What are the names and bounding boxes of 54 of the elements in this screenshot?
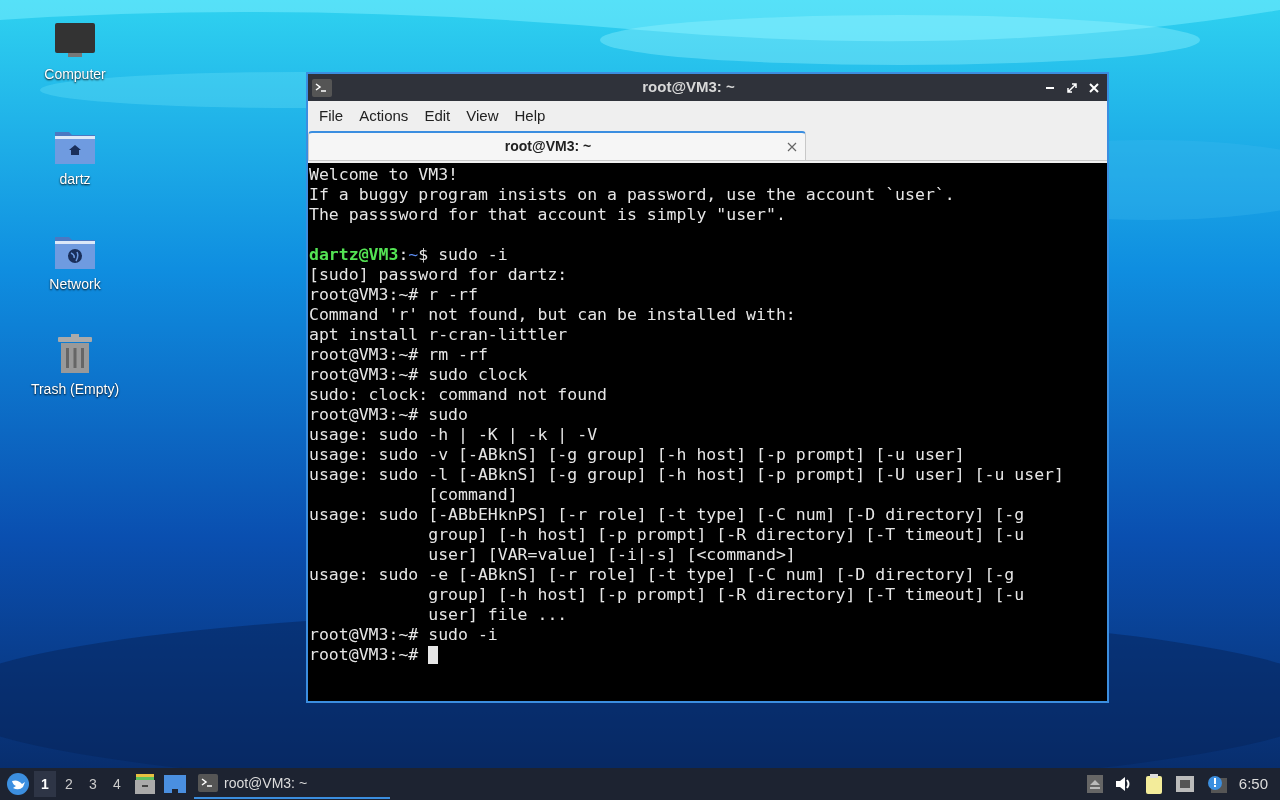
menu-item[interactable]: Help: [506, 104, 554, 128]
clock[interactable]: 6:50: [1238, 772, 1268, 796]
terminal-line: usage: sudo -v [-ABknS] [-g group] [-h host] [-p prompt] [-u user]: [309, 445, 965, 465]
menu-item[interactable]: File: [311, 104, 352, 128]
desktop-icon[interactable]: [164, 775, 186, 793]
network-icon[interactable]: [1174, 775, 1195, 793]
monitor-icon: [54, 22, 96, 60]
workspace-button[interactable]: 1: [34, 771, 56, 797]
terminal-line: The passsword for that account is simply "user".: [309, 205, 786, 225]
terminal-line: group] [-h host] [-p prompt] [-R directory] [-T timeout] [-u: [428, 525, 1025, 545]
terminal-line: If a buggy program insists on a password, use the account `user`.: [309, 185, 955, 205]
eject-icon[interactable]: [1086, 775, 1103, 793]
desktop-icon-label[interactable]: Network: [49, 274, 101, 295]
menu-item[interactable]: Actions: [351, 104, 417, 128]
terminal-line: usage: sudo [-ABbEHknPS] [-r role] [-t type] [-C num] [-D directory] [-g: [309, 505, 1025, 525]
terminal-line: [command]: [428, 485, 518, 505]
taskbar-task[interactable]: root@VM3: ~: [194, 769, 390, 799]
menu-item[interactable]: Edit: [416, 104, 459, 128]
close-icon[interactable]: [1089, 82, 1099, 93]
terminal-line: dartz@VM3:~$ sudo -i: [309, 245, 509, 265]
terminal-line: [sudo] password for dartz:: [309, 265, 568, 285]
terminal-line: Welcome to VM3!: [309, 165, 458, 185]
terminal-icon: [312, 78, 332, 97]
terminal-line: apt install r-cran-littler: [309, 325, 568, 345]
terminal-area[interactable]: [308, 163, 1107, 701]
start-menu-icon[interactable]: [6, 772, 30, 796]
menu-item[interactable]: View: [458, 104, 507, 128]
workspace-button[interactable]: 4: [106, 771, 128, 797]
terminal-line: user] [VAR=value] [-i|-s] [<command>]: [428, 545, 796, 565]
clipboard-icon[interactable]: [1144, 774, 1163, 794]
terminal-line: usage: sudo -e [-ABknS] [-r role] [-t type] [-C num] [-D directory] [-g: [309, 565, 1015, 585]
window-title: root@VM3: ~: [641, 77, 736, 98]
terminal-line: root@VM3:~# sudo -i: [309, 625, 498, 645]
terminal-line: group] [-h host] [-p prompt] [-R directory] [-T timeout] [-u: [428, 585, 1025, 605]
terminal-line: root@VM3:~# rm -rf: [309, 345, 488, 365]
terminal-line: root@VM3:~# sudo: [309, 405, 468, 425]
terminal-line: root@VM3:~# r -rf: [309, 285, 478, 305]
close-tab-icon[interactable]: [787, 141, 797, 152]
notification-icon[interactable]: [1206, 775, 1227, 793]
terminal-line: sudo: clock: command not found: [309, 385, 607, 405]
terminal-line: root@VM3:~#: [309, 645, 419, 665]
terminal-tab[interactable]: root@VM3: ~: [308, 131, 806, 160]
terminal-line: user] file ...: [428, 605, 568, 625]
terminal-line: Command 'r' not found, but can be installed with:: [309, 305, 796, 325]
terminal-line: usage: sudo -l [-ABknS] [-g group] [-h host] [-p prompt] [-U user] [-u user]: [309, 465, 1064, 485]
maximize-icon[interactable]: [1067, 82, 1077, 93]
terminal-line: usage: sudo -h | -K | -k | -V: [309, 425, 598, 445]
workspace-button[interactable]: 3: [82, 771, 104, 797]
trash-icon: [55, 333, 95, 375]
file-cabinet-icon[interactable]: [134, 774, 156, 794]
workspace-button[interactable]: 2: [58, 771, 80, 797]
terminal-line: root@VM3:~# sudo clock: [309, 365, 528, 385]
terminal-icon: [198, 774, 218, 792]
desktop-icon-label[interactable]: Trash (Empty): [30, 379, 120, 400]
